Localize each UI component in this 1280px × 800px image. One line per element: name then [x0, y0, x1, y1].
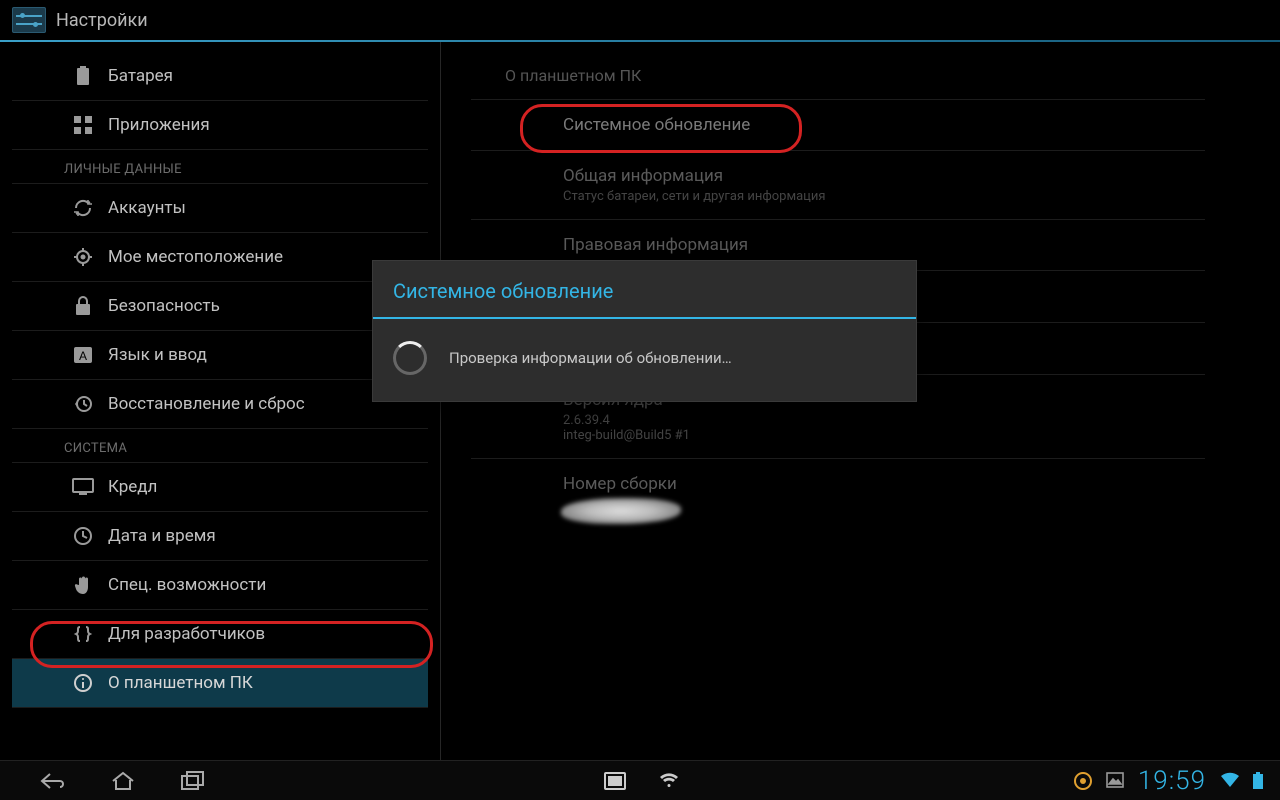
sidebar-label: Кредл — [108, 477, 157, 497]
sidebar-item-security[interactable]: Безопасность — [12, 282, 428, 331]
dialog-message: Проверка информации об обновлении… — [449, 349, 732, 367]
sidebar-label: Безопасность — [108, 296, 220, 316]
app-title: Настройки — [56, 10, 148, 31]
content-item-title: Номер сборки — [563, 474, 1205, 494]
language-icon: A — [72, 344, 94, 366]
battery-icon — [72, 65, 94, 87]
location-icon — [72, 246, 94, 268]
image-status-icon[interactable] — [1106, 772, 1124, 790]
content-item-system-update[interactable]: Системное обновление — [471, 100, 1205, 151]
sidebar-label: Приложения — [108, 115, 210, 135]
content-item-subtitle: Статус батареи, сети и другая информация — [563, 189, 1205, 204]
sync-icon — [72, 197, 94, 219]
sidebar-item-about[interactable]: О планшетном ПК — [12, 659, 428, 708]
wifi-toggle-button[interactable] — [652, 768, 686, 794]
notification-icon[interactable] — [1074, 772, 1092, 790]
sidebar-item-datetime[interactable]: Дата и время — [12, 512, 428, 561]
sidebar-item-apps[interactable]: Приложения — [12, 101, 428, 150]
hand-icon — [72, 574, 94, 596]
sidebar-item-accessibility[interactable]: Спец. возможности — [12, 561, 428, 610]
sidebar-item-cradle[interactable]: Кредл — [12, 463, 428, 512]
sidebar-item-location[interactable]: Мое местоположение — [12, 233, 428, 282]
dialog-body: Проверка информации об обновлении… — [373, 319, 916, 401]
info-icon — [72, 672, 94, 694]
battery-status-icon[interactable] — [1252, 772, 1270, 790]
restore-icon — [72, 393, 94, 415]
svg-text:A: A — [79, 349, 87, 363]
content-item-build[interactable]: Номер сборки — [471, 459, 1205, 539]
content-item-subtitle: 2.6.39.4 integ-build@Build5 #1 — [563, 413, 1205, 443]
titlebar: Настройки — [0, 0, 1280, 40]
sidebar-item-language[interactable]: A Язык и ввод — [12, 331, 428, 380]
lock-icon — [72, 295, 94, 317]
content-item-title: Системное обновление — [563, 115, 1205, 135]
back-button[interactable] — [36, 768, 70, 794]
sidebar-item-developer[interactable]: Для разработчиков — [12, 610, 428, 659]
system-navbar: 19:59 — [0, 760, 1280, 800]
sidebar-label: Батарея — [108, 66, 173, 86]
settings-app-icon — [12, 7, 46, 33]
sidebar-label: О планшетном ПК — [108, 673, 253, 693]
screen: Настройки Батарея Приложения ЛИЧНЫЕ ДАНН… — [0, 0, 1280, 800]
apps-icon — [72, 114, 94, 136]
sidebar-item-backup[interactable]: Восстановление и сброс — [12, 380, 428, 429]
sidebar-label: Мое местоположение — [108, 247, 283, 267]
sidebar-label: Аккаунты — [108, 198, 186, 218]
redacted-build-number — [561, 498, 681, 524]
sidebar-label: Дата и время — [108, 526, 216, 546]
screenshot-button[interactable] — [598, 768, 632, 794]
dialog-title: Системное обновление — [373, 261, 916, 317]
sidebar-item-accounts[interactable]: Аккаунты — [12, 184, 428, 233]
progress-spinner-icon — [393, 341, 427, 375]
home-button[interactable] — [106, 768, 140, 794]
sidebar-section-system: СИСТЕМА — [12, 429, 428, 463]
sidebar-label: Для разработчиков — [108, 624, 265, 644]
sidebar-label: Восстановление и сброс — [108, 394, 305, 414]
status-clock[interactable]: 19:59 — [1138, 766, 1206, 796]
content-item-title: Общая информация — [563, 166, 1205, 186]
display-icon — [72, 476, 94, 498]
braces-icon — [72, 623, 94, 645]
sidebar-label: Язык и ввод — [108, 345, 207, 365]
system-update-dialog: Системное обновление Проверка информации… — [372, 260, 917, 402]
sidebar-section-personal: ЛИЧНЫЕ ДАННЫЕ — [12, 150, 428, 184]
content-item-title: Правовая информация — [563, 235, 1205, 255]
sidebar-item-battery[interactable]: Батарея — [12, 52, 428, 101]
content-header: О планшетном ПК — [471, 52, 1205, 100]
sidebar-label: Спец. возможности — [108, 575, 266, 595]
wifi-status-icon[interactable] — [1220, 772, 1238, 790]
clock-icon — [72, 525, 94, 547]
content-item-status[interactable]: Общая информация Статус батареи, сети и … — [471, 151, 1205, 220]
recent-apps-button[interactable] — [176, 768, 210, 794]
